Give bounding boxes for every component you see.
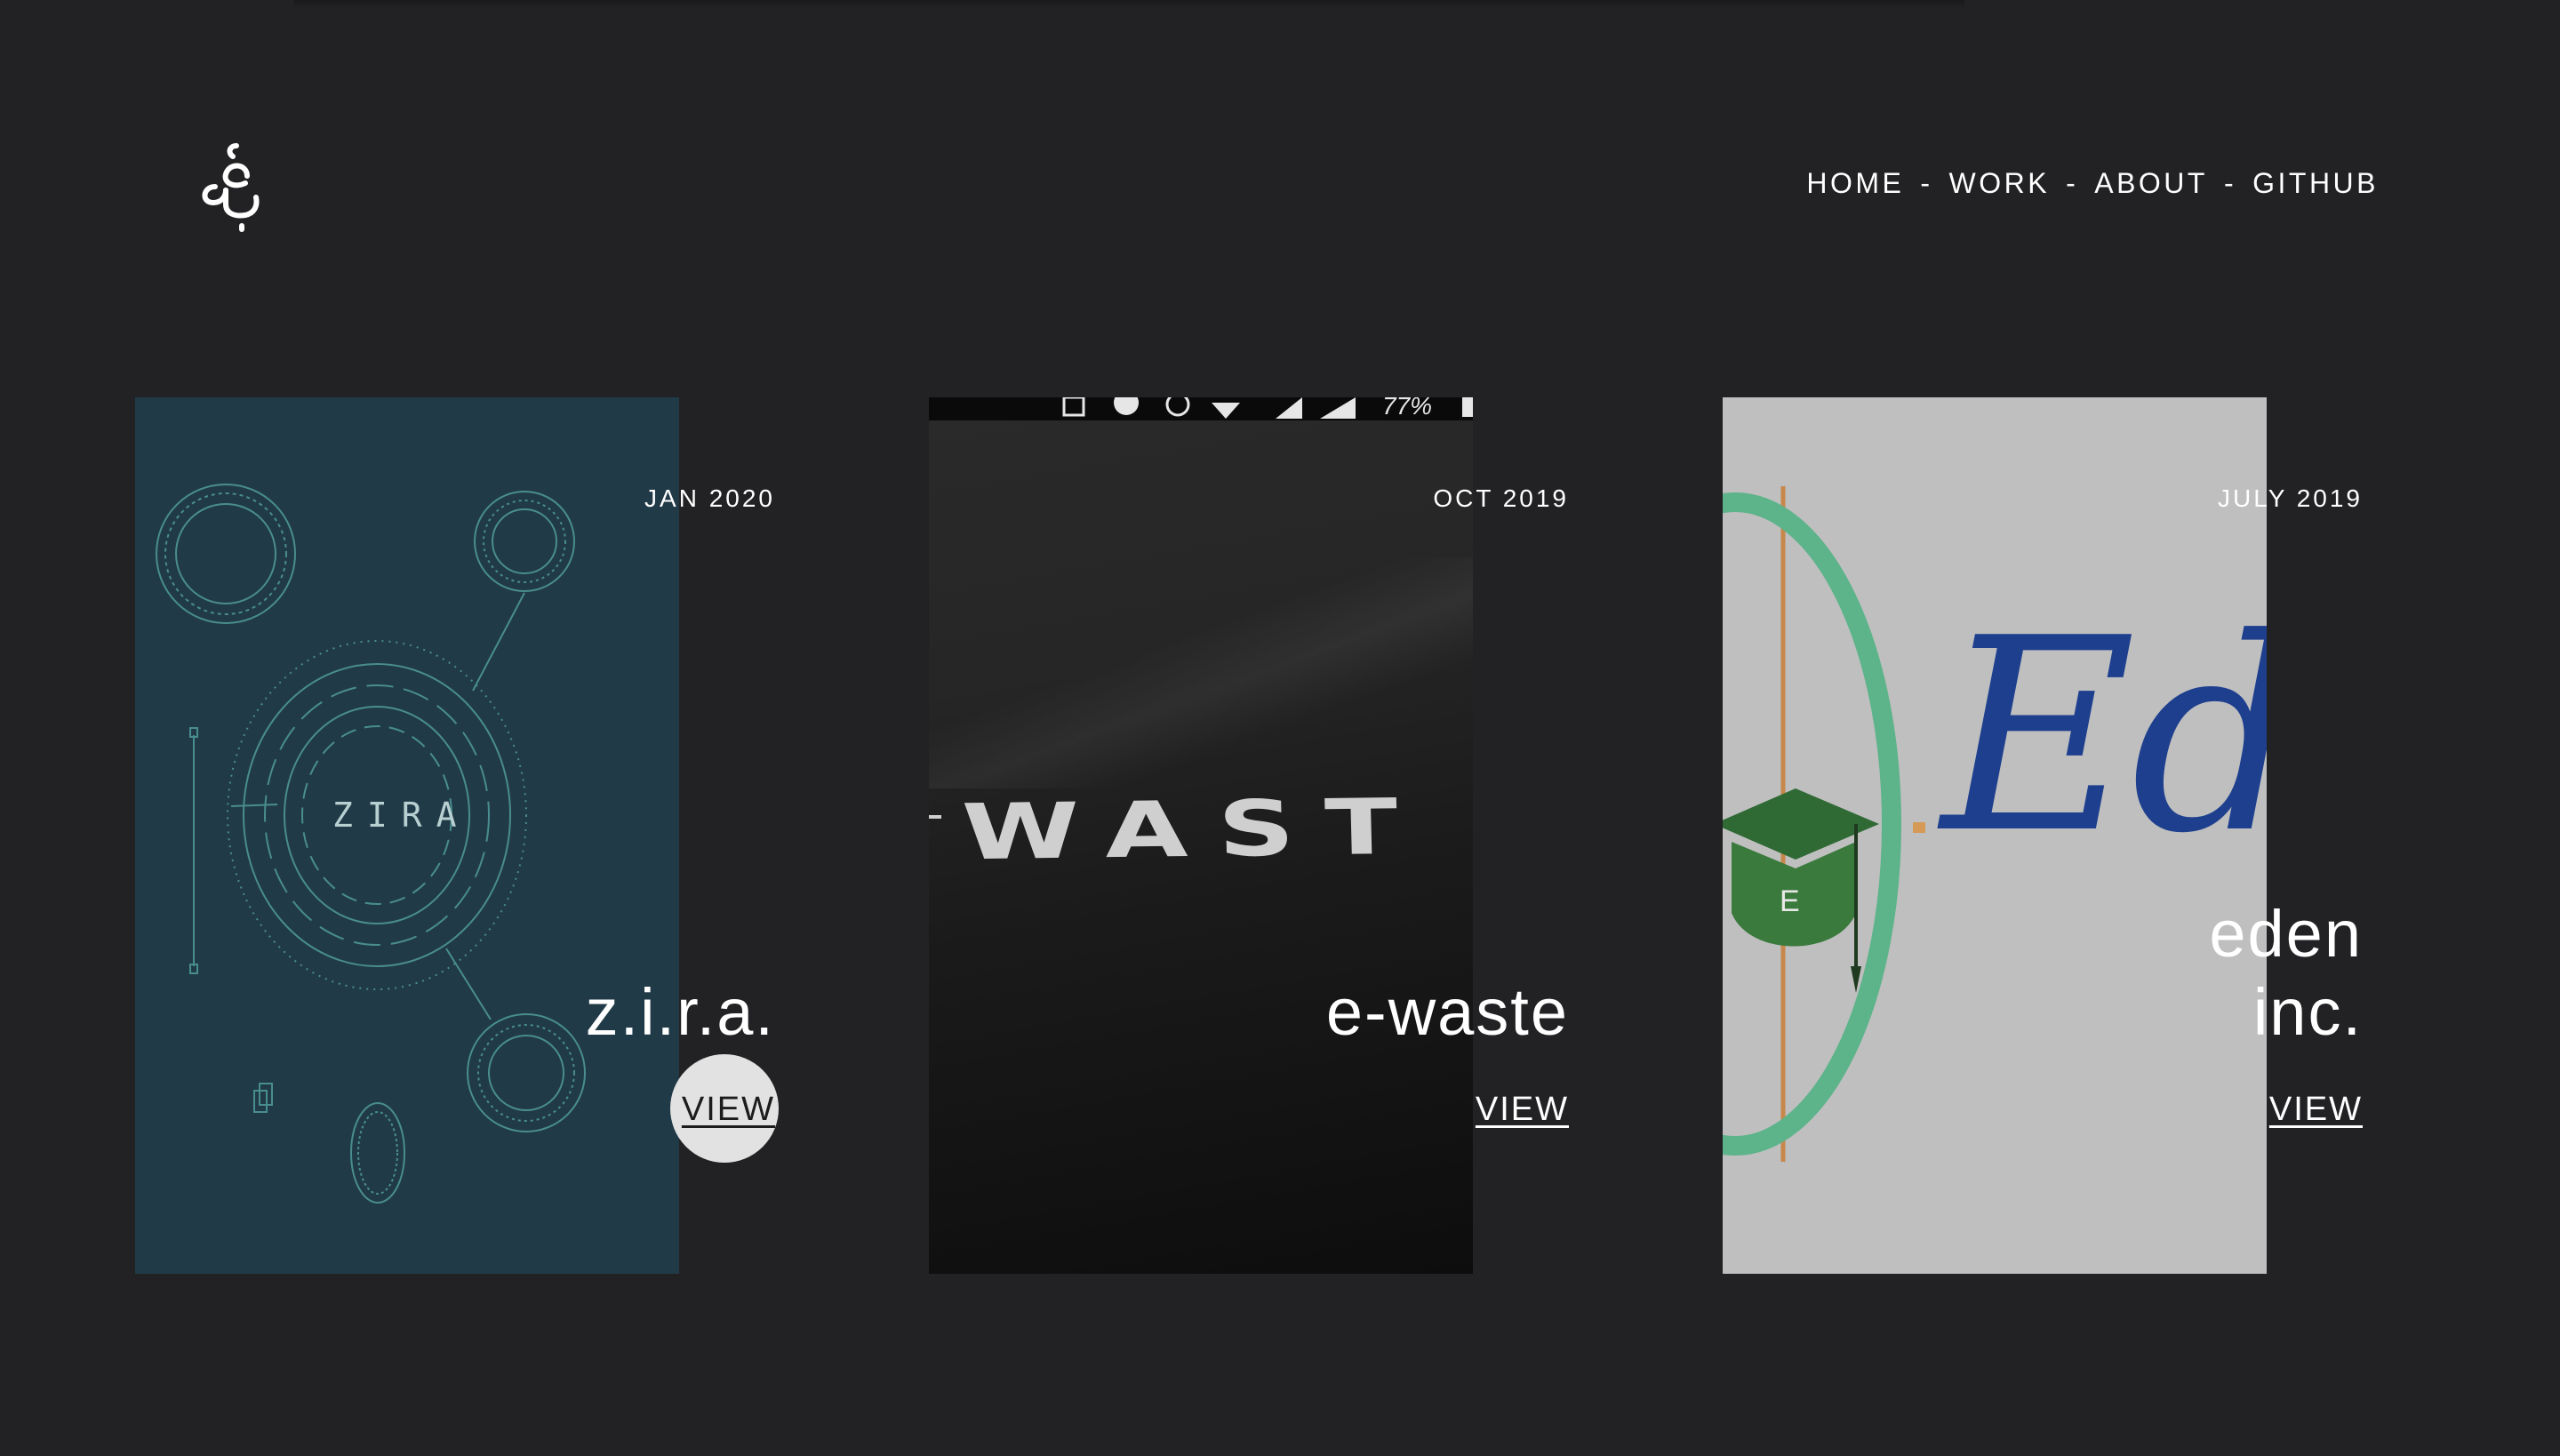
project-date: OCT 2019 — [1433, 484, 1569, 512]
project-card-eden: E Eden JULY 2019 eden inc. VIEW — [1723, 397, 2363, 1274]
project-thumbnail-ewaste[interactable]: 77% WAST — [929, 397, 1473, 1274]
battery-percent: 77% — [1382, 397, 1433, 420]
dash-mark — [929, 815, 941, 819]
view-button[interactable]: VIEW — [682, 1091, 775, 1129]
project-card-ewaste: 77% WAST OCT 2019 e-waste VIEW — [929, 397, 1569, 1274]
project-thumbnail-zira[interactable]: ZIRA — [135, 397, 679, 1274]
nav-github[interactable]: GITHUB — [2252, 167, 2379, 200]
project-title-line: z.i.r.a. — [585, 975, 775, 1049]
nav-separator: - — [2223, 167, 2237, 199]
view-button[interactable]: VIEW — [2269, 1091, 2363, 1129]
project-title-line: inc. — [2252, 975, 2363, 1049]
project-date: JAN 2020 — [644, 484, 775, 512]
eden-badge-letter: E — [1780, 884, 1800, 918]
project-title[interactable]: z.i.r.a. — [586, 973, 775, 1052]
project-title-line: eden — [2209, 897, 2363, 971]
view-button[interactable]: VIEW — [1476, 1091, 1569, 1129]
thumbnail-sheen — [929, 557, 1473, 788]
project-title-line: e-waste — [1325, 975, 1569, 1049]
nav-work[interactable]: WORK — [1949, 167, 2051, 200]
nav-separator: - — [2066, 167, 2079, 199]
monogram-logo-icon[interactable] — [196, 140, 267, 233]
project-title[interactable]: e-waste — [1326, 973, 1569, 1052]
ewaste-thumbnail-text: WAST — [961, 782, 1429, 878]
eden-thumbnail-text: Eden — [1941, 581, 2267, 892]
top-edge-shadow — [293, 0, 1964, 9]
phone-status-bar: 77% — [929, 397, 1473, 420]
nav-separator: - — [1920, 167, 1933, 199]
main-nav: HOME - WORK - ABOUT - GITHUB — [1806, 167, 2379, 200]
project-thumbnail-eden[interactable]: E Eden — [1723, 397, 2267, 1274]
project-card-zira: ZIRA JAN 2020 z.i.r.a. VIEW — [135, 397, 779, 1274]
project-date: JULY 2019 — [2218, 484, 2363, 512]
nav-home[interactable]: HOME — [1806, 167, 1904, 200]
project-title[interactable]: eden inc. — [2209, 895, 2363, 1052]
zira-thumbnail-text: ZIRA — [332, 796, 471, 835]
nav-about[interactable]: ABOUT — [2094, 167, 2208, 200]
